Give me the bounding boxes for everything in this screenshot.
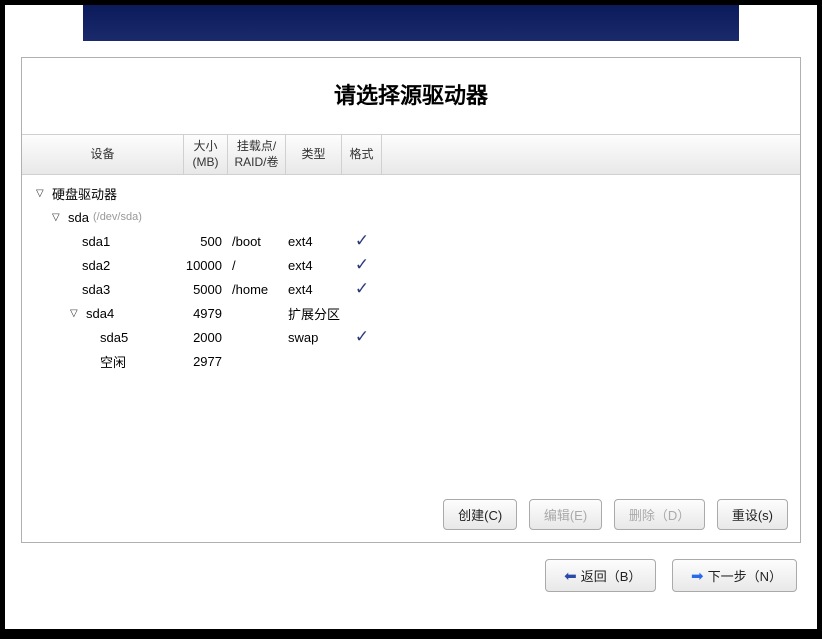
partition-row[interactable]: 空闲 2977	[22, 349, 800, 373]
col-header-mount[interactable]: 挂载点/ RAID/卷	[228, 135, 286, 174]
delete-button: 删除（D）	[614, 499, 705, 530]
reset-button[interactable]: 重设(s)	[717, 499, 788, 530]
partition-format: ✓	[342, 327, 382, 347]
partition-row[interactable]: sda1 500/bootext4 ✓	[22, 229, 800, 253]
check-icon: ✓	[355, 327, 369, 346]
partition-size: 500	[184, 234, 228, 249]
main-panel: 请选择源驱动器 设备 大小 (MB) 挂载点/ RAID/卷 类型 格式 ▽ 硬…	[21, 57, 801, 543]
partition-format: ✓	[342, 255, 382, 275]
partition-row[interactable]: sda2 10000/ext4 ✓	[22, 253, 800, 277]
partition-name: sda4	[86, 306, 114, 321]
disk-name: sda	[68, 210, 89, 225]
col-header-size[interactable]: 大小 (MB)	[184, 135, 228, 174]
check-icon: ✓	[355, 279, 369, 298]
partition-type: 扩展分区	[286, 304, 342, 323]
tree-disk-row[interactable]: ▽ sda (/dev/sda)	[22, 205, 800, 229]
partition-size: 10000	[184, 258, 228, 273]
panel-button-bar: 创建(C) 编辑(E) 删除（D） 重设(s)	[22, 489, 800, 542]
table-header: 设备 大小 (MB) 挂载点/ RAID/卷 类型 格式	[22, 134, 800, 175]
back-button[interactable]: ⬅ 返回（B）	[545, 559, 656, 592]
partition-mount: /	[228, 258, 286, 273]
header-banner	[83, 5, 739, 41]
partition-type: ext4	[286, 258, 342, 273]
edit-button: 编辑(E)	[529, 499, 602, 530]
page-title: 请选择源驱动器	[22, 78, 800, 110]
root-label: 硬盘驱动器	[52, 184, 117, 203]
tree-root-row[interactable]: ▽ 硬盘驱动器	[22, 181, 800, 205]
arrow-right-icon: ➡	[691, 567, 704, 585]
disk-hint: (/dev/sda)	[93, 211, 142, 223]
triangle-down-icon[interactable]: ▽	[70, 308, 80, 319]
back-label: 返回（B）	[581, 566, 642, 585]
partition-size: 4979	[184, 306, 228, 321]
check-icon: ✓	[355, 255, 369, 274]
create-button[interactable]: 创建(C)	[443, 499, 517, 530]
partition-type: swap	[286, 330, 342, 345]
triangle-down-icon[interactable]: ▽	[52, 212, 62, 223]
partition-format: ✓	[342, 279, 382, 299]
partition-row[interactable]: sda5 2000 swap ✓	[22, 325, 800, 349]
partition-mount: /boot	[228, 234, 286, 249]
partition-size: 2000	[184, 330, 228, 345]
partition-row[interactable]: ▽ sda4 4979 扩展分区	[22, 301, 800, 325]
window: 请选择源驱动器 设备 大小 (MB) 挂载点/ RAID/卷 类型 格式 ▽ 硬…	[5, 5, 817, 629]
partition-size: 5000	[184, 282, 228, 297]
col-header-device[interactable]: 设备	[22, 135, 184, 174]
triangle-down-icon[interactable]: ▽	[36, 188, 46, 199]
nav-button-bar: ⬅ 返回（B） ➡ 下一步（N）	[5, 559, 817, 610]
partition-size: 2977	[184, 354, 228, 369]
partition-name: sda5	[100, 330, 128, 345]
next-button[interactable]: ➡ 下一步（N）	[672, 559, 797, 592]
col-header-type[interactable]: 类型	[286, 135, 342, 174]
partition-name: sda3	[82, 282, 110, 297]
partition-type: ext4	[286, 282, 342, 297]
partition-format: ✓	[342, 231, 382, 251]
partition-name: sda1	[82, 234, 110, 249]
check-icon: ✓	[355, 231, 369, 250]
next-label: 下一步（N）	[708, 566, 782, 585]
col-header-format[interactable]: 格式	[342, 135, 382, 174]
partition-tree[interactable]: ▽ 硬盘驱动器 ▽ sda (/dev/sda) sda1500/bootext…	[22, 175, 800, 489]
partition-row[interactable]: sda3 5000/homeext4 ✓	[22, 277, 800, 301]
partition-type: ext4	[286, 234, 342, 249]
arrow-left-icon: ⬅	[564, 567, 577, 585]
partition-name: sda2	[82, 258, 110, 273]
title-area: 请选择源驱动器	[22, 58, 800, 134]
partition-mount: /home	[228, 282, 286, 297]
partition-name: 空闲	[100, 352, 126, 371]
